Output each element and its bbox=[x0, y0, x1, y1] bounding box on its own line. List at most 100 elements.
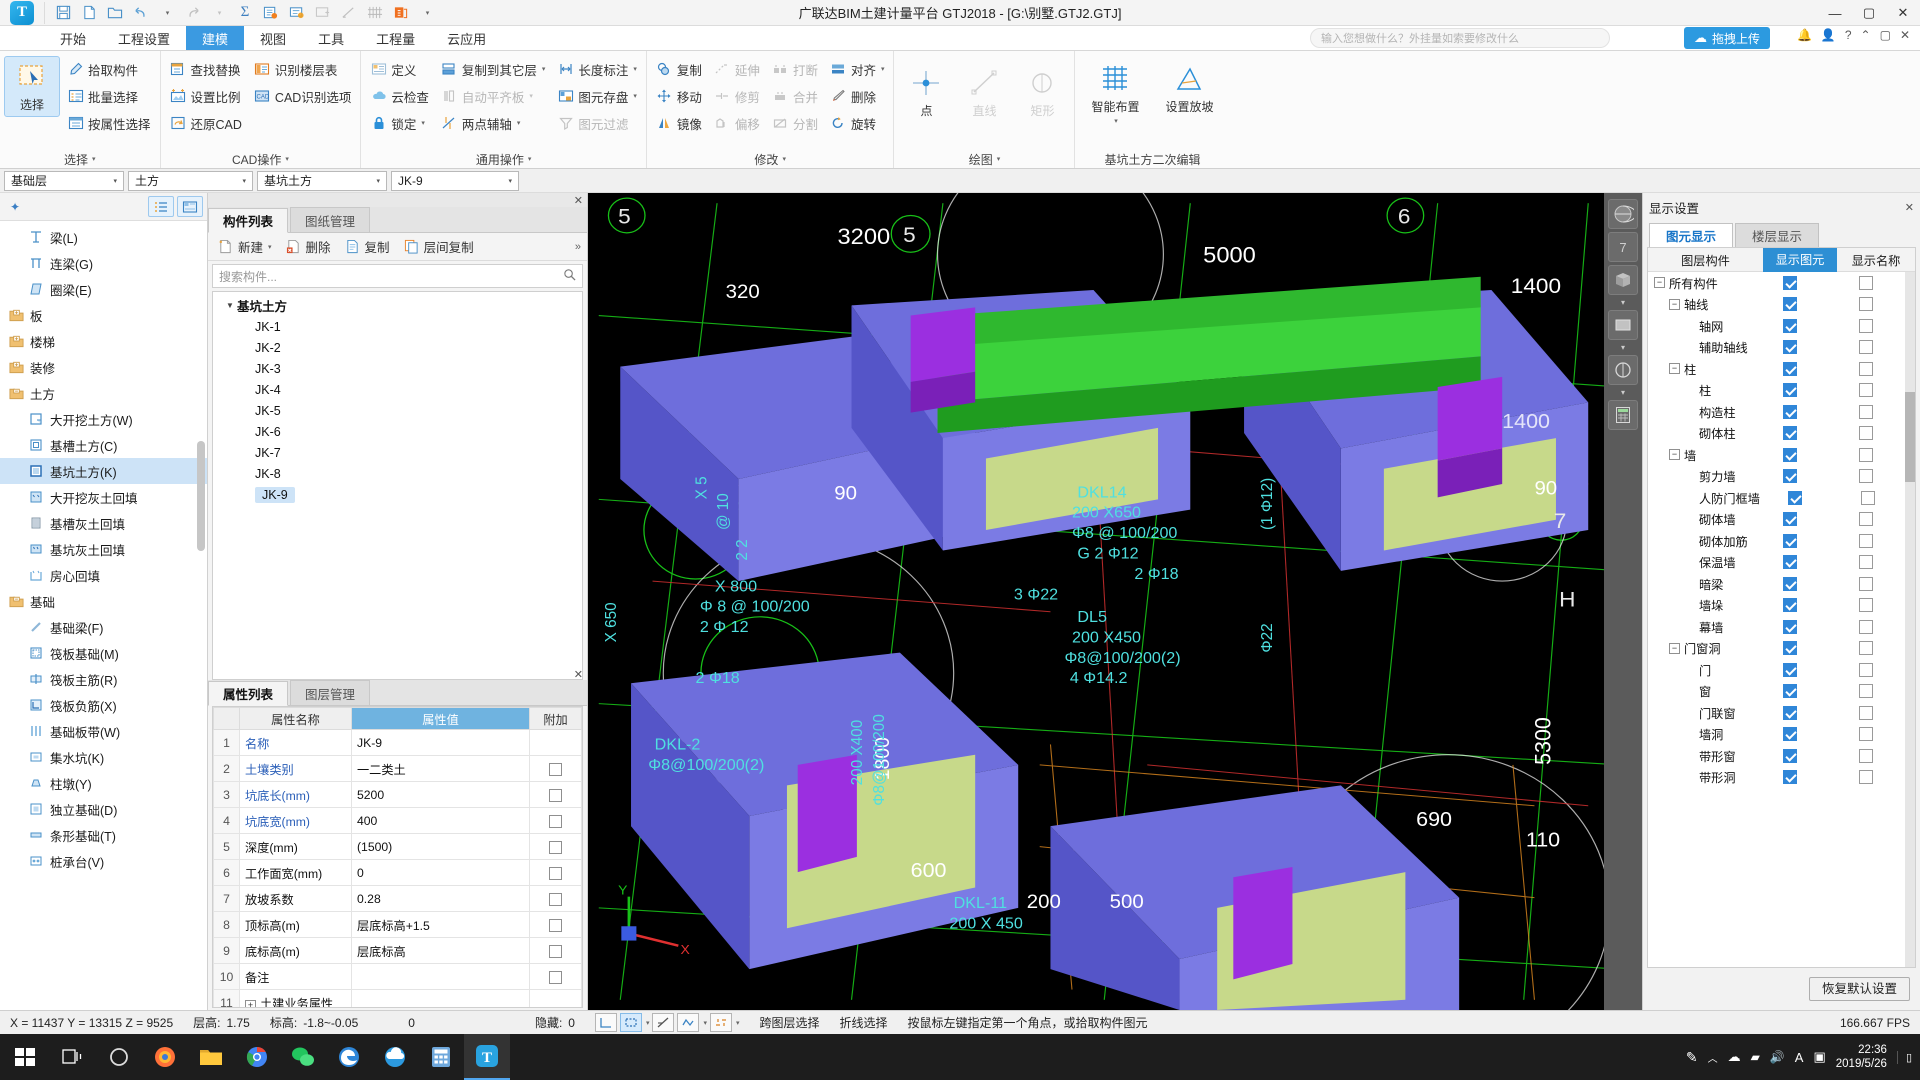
checkbox-checked[interactable] bbox=[1783, 619, 1797, 634]
checkbox-checked[interactable] bbox=[1783, 576, 1797, 591]
show-name-cell[interactable] bbox=[1827, 748, 1905, 763]
component-tree-item[interactable]: JK-5 bbox=[213, 400, 582, 421]
3d-viewport[interactable]: 3200 5000 1400 1400 90 320 90 5300 690 1… bbox=[588, 193, 1642, 1010]
display-settings-row[interactable]: 轴网 bbox=[1648, 315, 1905, 337]
tab-quantity[interactable]: 工程量 bbox=[360, 26, 431, 50]
display-settings-row[interactable]: 带形窗 bbox=[1648, 745, 1905, 767]
property-panel-close-icon[interactable]: ✕ bbox=[574, 668, 583, 681]
show-name-cell[interactable] bbox=[1827, 619, 1905, 634]
checkbox-checked[interactable] bbox=[1783, 641, 1797, 656]
show-name-cell[interactable] bbox=[1831, 490, 1905, 505]
display-settings-row[interactable]: 窗 bbox=[1648, 681, 1905, 703]
property-row-extra[interactable] bbox=[529, 755, 582, 782]
report-icon[interactable] bbox=[285, 2, 309, 24]
checkbox-checked[interactable] bbox=[1783, 770, 1797, 785]
property-row[interactable]: 10 备注 bbox=[213, 963, 582, 990]
property-row-extra[interactable] bbox=[529, 807, 582, 834]
checkbox[interactable] bbox=[1859, 297, 1873, 312]
checkbox[interactable] bbox=[1859, 469, 1873, 484]
display-settings-row[interactable]: 砌体墙 bbox=[1648, 509, 1905, 531]
display-settings-scrollbar[interactable] bbox=[1905, 272, 1915, 967]
nav-item-18[interactable]: 筏板负筋(X) bbox=[0, 692, 207, 718]
nav-scrollbar-thumb[interactable] bbox=[197, 441, 205, 551]
display-settings-row[interactable]: − 门窗洞 bbox=[1648, 638, 1905, 660]
property-row-value[interactable]: (1500) bbox=[351, 833, 530, 860]
display-settings-row[interactable]: 剪力墙 bbox=[1648, 466, 1905, 488]
export-icon[interactable] bbox=[389, 2, 413, 24]
show-element-cell[interactable] bbox=[1753, 748, 1827, 763]
checkbox[interactable] bbox=[549, 918, 562, 932]
display-settings-row[interactable]: 砌体加筋 bbox=[1648, 530, 1905, 552]
nav-item-5[interactable]: 装修 bbox=[0, 354, 207, 380]
show-element-cell[interactable] bbox=[1753, 447, 1827, 462]
tab-floor-display[interactable]: 楼层显示 bbox=[1735, 223, 1820, 247]
toolbar-overflow-icon[interactable]: » bbox=[575, 241, 581, 253]
property-row-extra[interactable] bbox=[529, 911, 582, 938]
show-element-cell[interactable] bbox=[1753, 512, 1827, 527]
show-element-cell[interactable] bbox=[1753, 404, 1827, 419]
show-name-cell[interactable] bbox=[1827, 641, 1905, 656]
property-row-value[interactable] bbox=[351, 989, 530, 1007]
draw-rect-button[interactable]: 矩形 bbox=[1014, 63, 1070, 122]
element-save-button[interactable]: 图元存盘 ▾ bbox=[552, 83, 642, 109]
select-by-property-button[interactable]: 按属性选择 bbox=[62, 110, 156, 136]
chrome-icon[interactable] bbox=[234, 1034, 280, 1080]
checkbox[interactable] bbox=[549, 970, 562, 984]
property-row-value[interactable] bbox=[351, 963, 530, 990]
checkbox-checked[interactable] bbox=[1783, 383, 1797, 398]
expand-icon[interactable]: + bbox=[245, 999, 256, 1007]
show-name-cell[interactable] bbox=[1827, 318, 1905, 333]
nav-item-7[interactable]: 大开挖土方(W) bbox=[0, 406, 207, 432]
show-name-cell[interactable] bbox=[1827, 684, 1905, 699]
tab-layer-management[interactable]: 图层管理 bbox=[290, 680, 371, 705]
show-element-cell[interactable] bbox=[1753, 297, 1827, 312]
tab-drawing-management[interactable]: 图纸管理 bbox=[290, 207, 371, 232]
nav-item-24[interactable]: 桩承台(V) bbox=[0, 848, 207, 874]
nav-item-2[interactable]: 圈梁(E) bbox=[0, 276, 207, 302]
orbit-icon[interactable] bbox=[1608, 199, 1638, 229]
task-view-icon[interactable] bbox=[50, 1034, 96, 1080]
property-row-extra[interactable] bbox=[529, 937, 582, 964]
checkbox-checked[interactable] bbox=[1783, 297, 1797, 312]
show-name-cell[interactable] bbox=[1827, 576, 1905, 591]
property-row[interactable]: 8 顶标高(m) 层底标高+1.5 bbox=[213, 911, 582, 938]
volume-icon[interactable]: 🔊 bbox=[1770, 1050, 1785, 1064]
show-element-cell[interactable] bbox=[1753, 641, 1827, 656]
checkbox[interactable] bbox=[549, 762, 562, 776]
show-name-cell[interactable] bbox=[1827, 361, 1905, 376]
property-row-extra[interactable] bbox=[529, 833, 582, 860]
floor-copy-button[interactable]: 层间复制 bbox=[398, 235, 479, 258]
list-view-button[interactable] bbox=[148, 196, 174, 217]
component-tree-item[interactable]: JK-4 bbox=[213, 379, 582, 400]
show-element-cell[interactable] bbox=[1753, 576, 1827, 591]
display-settings-row[interactable]: 人防门框墙 bbox=[1648, 487, 1905, 509]
checkbox[interactable] bbox=[549, 866, 562, 880]
pen-input-icon[interactable]: ✎ bbox=[1686, 1049, 1698, 1066]
checkbox-checked[interactable] bbox=[1783, 447, 1797, 462]
show-element-cell[interactable] bbox=[1753, 361, 1827, 376]
redo-icon[interactable] bbox=[181, 2, 205, 24]
show-element-cell[interactable] bbox=[1753, 684, 1827, 699]
show-element-cell[interactable] bbox=[1753, 619, 1827, 634]
recognize-floor-table-button[interactable]: 识别楼层表 bbox=[249, 56, 356, 82]
checkbox-checked[interactable] bbox=[1783, 318, 1797, 333]
wechat-icon[interactable] bbox=[280, 1034, 326, 1080]
checkbox[interactable] bbox=[1859, 576, 1873, 591]
checkbox[interactable] bbox=[1859, 619, 1873, 634]
show-name-cell[interactable] bbox=[1827, 297, 1905, 312]
show-name-cell[interactable] bbox=[1827, 275, 1905, 290]
calculator-icon[interactable] bbox=[1608, 400, 1638, 430]
show-element-cell[interactable] bbox=[1753, 533, 1827, 548]
property-row[interactable]: 11 + 土建业务属性 bbox=[213, 989, 582, 1007]
property-row-extra[interactable] bbox=[529, 781, 582, 808]
show-element-cell[interactable] bbox=[1753, 340, 1827, 355]
show-name-cell[interactable] bbox=[1827, 533, 1905, 548]
component-tree-item[interactable]: JK-6 bbox=[213, 421, 582, 442]
undo-icon[interactable] bbox=[129, 2, 153, 24]
gtj2018-icon[interactable]: T bbox=[464, 1034, 510, 1080]
property-row[interactable]: 5 深度(mm) (1500) bbox=[213, 833, 582, 860]
show-name-cell[interactable] bbox=[1827, 447, 1905, 462]
new-file-icon[interactable] bbox=[77, 2, 101, 24]
show-name-cell[interactable] bbox=[1827, 469, 1905, 484]
delete-button[interactable]: 删除 bbox=[825, 83, 890, 109]
